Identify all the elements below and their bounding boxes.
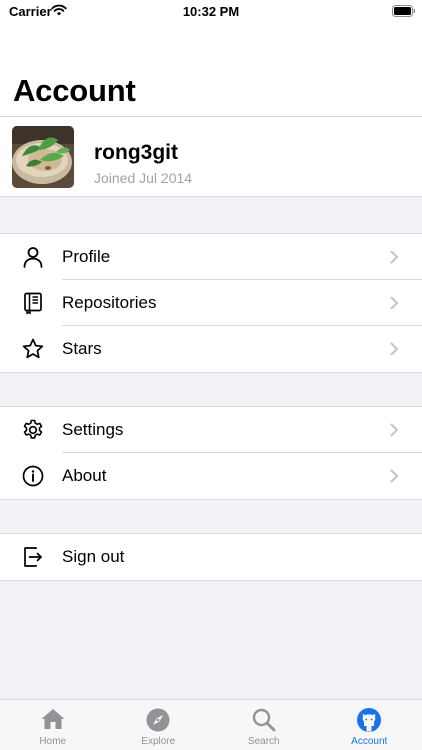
menu-row-label: Repositories bbox=[62, 293, 157, 312]
tab-label: Search bbox=[247, 736, 280, 747]
avatar bbox=[12, 126, 74, 188]
info-icon bbox=[22, 465, 44, 487]
menu-row-label: About bbox=[62, 466, 107, 485]
github-octocat-icon bbox=[357, 708, 382, 732]
gear-icon bbox=[23, 419, 43, 439]
chevron-right-icon bbox=[390, 296, 398, 310]
clock: 10:32 PM bbox=[182, 4, 240, 19]
divider bbox=[0, 196, 422, 197]
menu-row-label: Settings bbox=[62, 420, 124, 439]
person-icon bbox=[23, 247, 43, 268]
tab-explore[interactable]: Explore bbox=[106, 700, 212, 750]
page-title: Account bbox=[13, 73, 136, 108]
battery-icon bbox=[392, 5, 415, 17]
menu-row-repositories[interactable]: Repositories bbox=[0, 280, 422, 326]
star-icon bbox=[22, 338, 44, 359]
magnifier-icon bbox=[252, 708, 276, 732]
menu-row-label: Stars bbox=[62, 339, 102, 358]
tab-account[interactable]: Account bbox=[317, 700, 422, 750]
menu-row-about[interactable]: About bbox=[0, 453, 422, 499]
chevron-right-icon bbox=[390, 423, 398, 437]
username: rong3git bbox=[94, 141, 178, 164]
menu-group-app: Settings About bbox=[0, 406, 422, 500]
profile-card[interactable]: rong3git Joined Jul 2014 bbox=[0, 117, 422, 197]
sign-out-icon bbox=[24, 547, 42, 567]
header-area: Carrier 10:32 PM Account rong3git Joined… bbox=[0, 0, 422, 197]
tab-label: Home bbox=[39, 736, 67, 747]
menu-row-profile[interactable]: Profile bbox=[0, 234, 422, 280]
tab-bar: Home Explore Search Account bbox=[0, 699, 422, 750]
menu-group-session: Sign out bbox=[0, 533, 422, 581]
menu-row-settings[interactable]: Settings bbox=[0, 407, 422, 453]
tab-label: Explore bbox=[141, 736, 176, 747]
tab-label: Account bbox=[351, 736, 388, 747]
menu-row-label: Profile bbox=[62, 247, 111, 266]
status-bar: Carrier 10:32 PM bbox=[0, 0, 422, 24]
chevron-right-icon bbox=[390, 469, 398, 483]
chevron-right-icon bbox=[390, 250, 398, 264]
joined-date: Joined Jul 2014 bbox=[94, 170, 193, 186]
repo-book-icon bbox=[24, 292, 42, 315]
tab-search[interactable]: Search bbox=[211, 700, 317, 750]
menu-row-label: Sign out bbox=[62, 547, 125, 566]
compass-icon bbox=[146, 708, 170, 732]
menu-group-account: Profile Repositories Stars bbox=[0, 233, 422, 373]
chevron-right-icon bbox=[390, 342, 398, 356]
house-icon bbox=[41, 709, 65, 729]
menu-row-sign-out[interactable]: Sign out bbox=[0, 534, 422, 580]
menu-row-stars[interactable]: Stars bbox=[0, 326, 422, 372]
tab-home[interactable]: Home bbox=[0, 700, 106, 750]
